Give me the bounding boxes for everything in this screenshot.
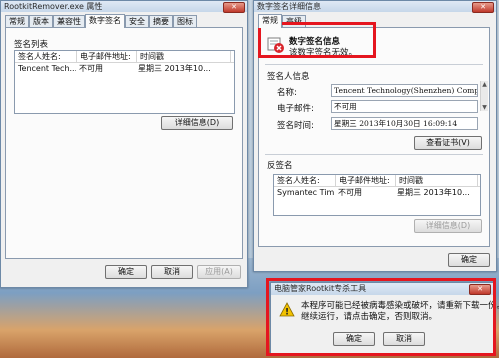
signature-general-pane: 数字签名信息 该数字签名无效。 签名人信息 名称: Tencent Techno… [258, 27, 490, 247]
countersignature-list-header: 签名人姓名: 电子邮件地址: 时间戳 [274, 175, 480, 187]
email-label: 电子邮件: [277, 104, 314, 114]
column-signer-name[interactable]: 签名人姓名: [274, 175, 336, 186]
signer-info-label: 签名人信息 [267, 72, 310, 82]
cell-timestamp: 星期三 2013年10... [397, 188, 470, 197]
cell-timestamp: 星期三 2013年10... [138, 64, 211, 73]
details-button[interactable]: 详细信息(D) [161, 116, 233, 130]
warning-dialog: 电脑管家Rootkit专杀工具 ✕ ! 本程序可能已经被病毒感染或破坏，请重新下… [270, 282, 499, 354]
signing-time-field[interactable]: 星期三 2013年10月30日 16:09:14 [331, 117, 478, 130]
column-signer-name[interactable]: 签名人姓名: [15, 51, 77, 62]
cell-signer: Symantec Tim... [277, 188, 335, 197]
properties-title: RootkitRemover.exe 属性 [1, 1, 247, 12]
signature-list-header: 签名人姓名: 电子邮件地址: 时间戳 [15, 51, 234, 63]
ok-button[interactable]: 确定 [105, 265, 147, 279]
certificate-error-icon [267, 36, 285, 54]
svg-text:!: ! [285, 308, 289, 318]
countersignature-details-button[interactable]: 详细信息(D) [414, 219, 482, 233]
vertical-scrollbar[interactable]: ▲ ▼ [480, 81, 488, 111]
table-row[interactable]: Symantec Tim... 不可用 星期三 2013年10... [274, 187, 480, 198]
signatures-pane: 签名列表 签名人姓名: 电子邮件地址: 时间戳 Tencent Tech... … [5, 27, 243, 259]
signing-time-label: 签名时间: [277, 121, 314, 131]
signature-details-close-button[interactable]: ✕ [472, 2, 494, 13]
warning-message-line1: 本程序可能已经被病毒感染或破坏，请重新下载一份。 [301, 301, 499, 311]
tab-general[interactable]: 常规 [258, 14, 282, 28]
cell-signer: Tencent Tech... [18, 64, 76, 73]
dialog-ok-button[interactable]: 确定 [333, 332, 375, 346]
signature-list[interactable]: 签名人姓名: 电子邮件地址: 时间戳 Tencent Tech... 不可用 星… [14, 50, 235, 114]
cell-email: 不可用 [79, 64, 103, 73]
column-email[interactable]: 电子邮件地址: [336, 175, 396, 186]
ok-button[interactable]: 确定 [448, 253, 490, 267]
scroll-up-icon[interactable]: ▲ [481, 81, 488, 88]
signature-list-label: 签名列表 [14, 40, 49, 50]
table-row[interactable]: Tencent Tech... 不可用 星期三 2013年10... [15, 63, 234, 74]
name-field[interactable]: Tencent Technology(Shenzhen) Company L [331, 84, 478, 97]
dialog-cancel-button[interactable]: 取消 [383, 332, 425, 346]
tab-digital-signatures[interactable]: 数字签名 [85, 14, 125, 28]
view-certificate-button[interactable]: 查看证书(V) [414, 136, 482, 150]
column-email[interactable]: 电子邮件地址: [77, 51, 137, 62]
name-label: 名称: [277, 88, 297, 98]
signature-details-title: 数字签名详细信息 [254, 1, 496, 12]
column-timestamp[interactable]: 时间戳 [137, 51, 231, 62]
signature-invalid-text: 该数字签名无效。 [289, 48, 358, 58]
properties-window: RootkitRemover.exe 属性 ✕ 常规 版本 兼容性 数字签名 安… [0, 0, 248, 288]
cell-email: 不可用 [338, 188, 362, 197]
divider [265, 154, 483, 155]
properties-close-button[interactable]: ✕ [223, 2, 245, 13]
cancel-button[interactable]: 取消 [151, 265, 193, 279]
signature-details-window: 数字签名详细信息 ✕ 常规 高级 数字签名信息 该数字签名无效。 签名人信息 名… [253, 0, 497, 272]
warning-dialog-close-button[interactable]: ✕ [469, 284, 491, 295]
warning-message-line2: 继续运行，请点击确定，否则取消。 [301, 312, 438, 322]
divider [265, 64, 483, 65]
warning-icon: ! [279, 302, 295, 318]
apply-button[interactable]: 应用(A) [197, 265, 241, 279]
countersignature-list[interactable]: 签名人姓名: 电子邮件地址: 时间戳 Symantec Tim... 不可用 星… [273, 174, 481, 216]
column-timestamp[interactable]: 时间戳 [396, 175, 478, 186]
warning-dialog-title: 电脑管家Rootkit专杀工具 [271, 283, 493, 295]
scroll-down-icon[interactable]: ▼ [481, 104, 488, 111]
email-field[interactable]: 不可用 [331, 100, 478, 113]
countersignatures-label: 反签名 [267, 161, 293, 171]
